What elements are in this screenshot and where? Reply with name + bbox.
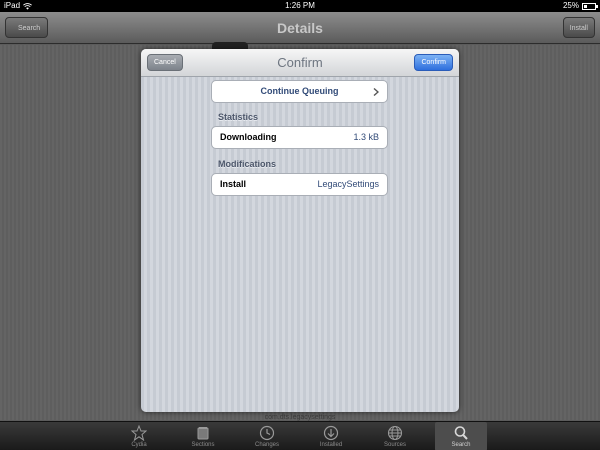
- tab-sections[interactable]: Sections: [177, 422, 229, 450]
- sections-icon: [197, 427, 209, 440]
- tab-changes[interactable]: Changes: [241, 422, 293, 450]
- chevron-right-icon: [373, 88, 379, 96]
- tab-label: Installed: [319, 442, 343, 448]
- tab-label: Sources: [383, 442, 406, 448]
- tab-installed[interactable]: Installed: [305, 422, 357, 450]
- tab-sources[interactable]: Sources: [369, 422, 421, 450]
- continue-queuing-label: Continue Queuing: [260, 86, 339, 96]
- nav-bar: Search Details Install: [0, 12, 600, 44]
- dialog-title: Confirm: [277, 55, 323, 70]
- dialog-header: Confirm Cancel Confirm: [141, 49, 459, 77]
- tab-label: Cydia: [131, 442, 147, 448]
- statistics-header: Statistics: [218, 112, 259, 122]
- confirm-button[interactable]: Confirm: [414, 54, 453, 71]
- install-label: Install: [220, 179, 247, 189]
- globe-icon: [387, 425, 403, 441]
- continue-queuing-button[interactable]: Continue Queuing: [211, 80, 388, 103]
- battery-icon: [582, 2, 598, 10]
- download-icon: [323, 425, 339, 441]
- page-title: Details: [277, 20, 323, 36]
- tab-label: Changes: [254, 442, 280, 448]
- downloading-label: Downloading: [220, 132, 277, 142]
- star-icon: [131, 425, 147, 441]
- status-bar: iPad 1:26 PM 25%: [0, 0, 600, 12]
- package-id-text: com.dts.legacysettings: [264, 414, 336, 421]
- install-value: LegacySettings: [317, 179, 379, 189]
- install-button[interactable]: Install: [562, 17, 595, 38]
- battery-percent: 25%: [562, 1, 579, 10]
- tab-label: Search: [451, 442, 471, 448]
- tab-bar: Cydia Sections Changes Installed Sources…: [0, 421, 600, 450]
- tab-label: Sections: [191, 442, 215, 448]
- search-icon: [454, 426, 468, 440]
- clock-icon: [259, 425, 275, 441]
- battery-fill: [584, 4, 587, 8]
- tab-search[interactable]: Search: [435, 422, 487, 450]
- modifications-header: Modifications: [218, 159, 276, 169]
- install-row: Install LegacySettings: [211, 173, 388, 196]
- downloading-row: Downloading 1.3 kB: [211, 126, 388, 149]
- status-time: 1:26 PM: [285, 1, 315, 10]
- tab-cydia[interactable]: Cydia: [113, 422, 165, 450]
- downloading-value: 1.3 kB: [353, 132, 379, 142]
- confirm-dialog: Confirm Cancel Confirm Continue Queuing …: [141, 49, 459, 412]
- cancel-button[interactable]: Cancel: [147, 54, 183, 71]
